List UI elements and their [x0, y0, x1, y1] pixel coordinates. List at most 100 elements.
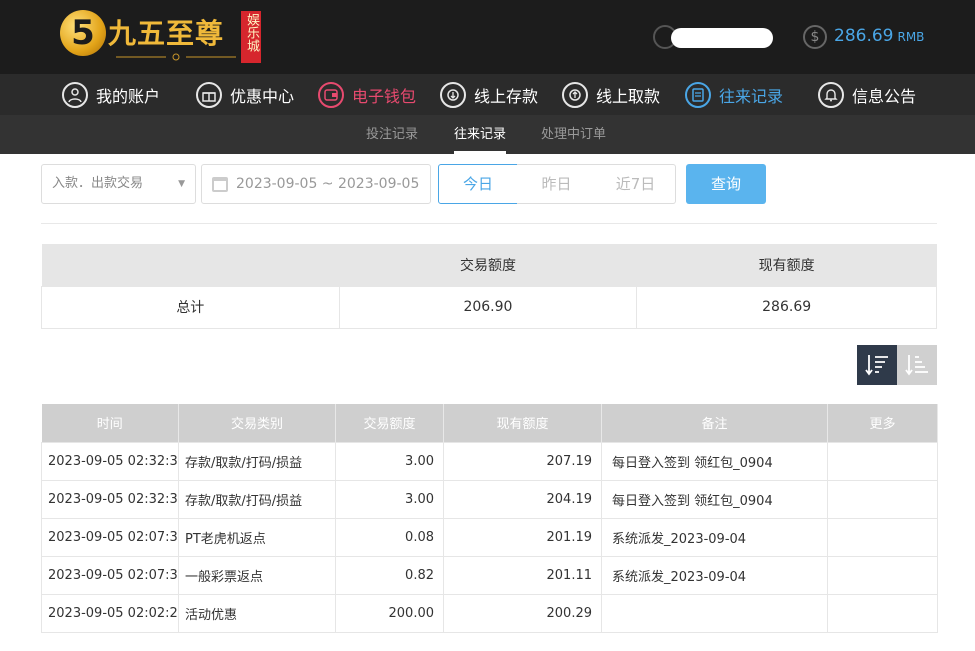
nav-transaction-records[interactable]: 往来记录 — [685, 74, 783, 115]
balance-currency: RMB — [897, 30, 925, 44]
cell-type: PT老虎机返点 — [178, 517, 336, 557]
sort-descending-button[interactable] — [857, 345, 897, 385]
summary-header-cell: 交易额度 — [339, 244, 637, 286]
summary-header-row: 交易额度 现有额度 — [41, 244, 937, 286]
brand-logo[interactable]: 5 九五至尊 娱乐城 — [60, 8, 265, 66]
nav-online-deposit[interactable]: 线上存款 — [440, 74, 538, 115]
calendar-icon — [212, 177, 228, 192]
yesterday-button[interactable]: 昨日 — [517, 164, 597, 204]
tab-bet-records[interactable]: 投注记录 — [366, 115, 418, 154]
table-row: 2023-09-05 02:02:22 活动优惠 200.00 200.29 — [41, 593, 938, 633]
column-header-balance: 现有额度 — [443, 404, 602, 442]
summary-header-cell: 现有额度 — [636, 244, 937, 286]
cell-time: 2023-09-05 02:32:36 — [41, 479, 179, 519]
sort-descending-icon — [865, 355, 888, 376]
records-icon — [685, 81, 711, 108]
tab-transaction-records[interactable]: 往来记录 — [454, 115, 507, 154]
today-button[interactable]: 今日 — [438, 164, 518, 204]
table-header-row: 时间 交易类别 交易额度 现有额度 备注 更多 — [41, 404, 938, 442]
cell-more[interactable] — [827, 555, 938, 595]
gift-icon — [196, 81, 222, 108]
cell-balance: 204.19 — [443, 479, 602, 519]
summary-amount: 206.90 — [338, 285, 638, 329]
table-row: 2023-09-05 02:32:36 存款/取款/打码/损益 3.00 204… — [41, 479, 938, 519]
logo-mark: 5 — [60, 10, 106, 56]
nav-announcements[interactable]: 信息公告 — [818, 74, 916, 115]
nav-my-account[interactable]: 我的账户 — [62, 74, 160, 115]
sort-ascending-button[interactable] — [897, 345, 937, 385]
balance-amount: 286.69 — [834, 26, 894, 46]
sort-ascending-icon — [905, 355, 928, 376]
deposit-icon — [440, 81, 466, 108]
cell-remark: 系统派发_2023-09-04 — [601, 517, 828, 557]
nav-e-wallet[interactable]: 电子钱包 — [318, 74, 416, 115]
cell-amount: 0.08 — [335, 517, 444, 557]
balance-display: 286.69 RMB — [834, 26, 924, 46]
brand-name: 九五至尊 — [108, 17, 225, 50]
cell-more[interactable] — [827, 593, 938, 633]
wallet-icon — [318, 81, 344, 108]
transactions-table: 时间 交易类别 交易额度 现有额度 备注 更多 2023-09-05 02:32… — [41, 404, 938, 633]
cell-amount: 200.00 — [335, 593, 444, 633]
main-nav: 我的账户 优惠中心 电子钱包 线上存款 线上取款 往来记录 信息公告 — [0, 74, 975, 115]
nav-label: 优惠中心 — [230, 86, 295, 106]
user-icon — [62, 81, 88, 108]
logo-ornament — [116, 53, 236, 61]
withdraw-icon — [562, 81, 588, 108]
summary-total-row: 总计 206.90 286.69 — [41, 285, 937, 329]
cell-type: 存款/取款/打码/损益 — [178, 479, 336, 519]
cell-type: 活动优惠 — [178, 593, 336, 633]
nav-label: 我的账户 — [96, 86, 161, 106]
nav-label: 电子钱包 — [352, 86, 417, 106]
cell-remark: 系统派发_2023-09-04 — [601, 555, 828, 595]
nav-promotions[interactable]: 优惠中心 — [196, 74, 294, 115]
username-masked — [671, 28, 773, 48]
cell-amount: 3.00 — [335, 441, 444, 481]
nav-label: 线上存款 — [474, 86, 539, 106]
cell-balance: 207.19 — [443, 441, 602, 481]
table-row: 2023-09-05 02:07:36 一般彩票返点 0.82 201.11 系… — [41, 555, 938, 595]
brand-badge-text: 娱乐城 — [244, 13, 259, 52]
table-row: 2023-09-05 02:32:36 存款/取款/打码/损益 3.00 207… — [41, 441, 938, 481]
nav-online-withdraw[interactable]: 线上取款 — [562, 74, 660, 115]
top-header: 5 九五至尊 娱乐城 $ 286.69 RMB — [0, 0, 975, 74]
last-7-days-button[interactable]: 近7日 — [596, 164, 676, 204]
nav-label: 线上取款 — [596, 86, 661, 106]
select-value: 入款．出款交易 — [52, 176, 144, 191]
cell-time: 2023-09-05 02:07:36 — [41, 555, 179, 595]
bell-icon — [818, 81, 844, 108]
cell-time: 2023-09-05 02:02:22 — [41, 593, 179, 633]
cell-amount: 3.00 — [335, 479, 444, 519]
summary-balance: 286.69 — [636, 285, 937, 329]
nav-label: 往来记录 — [719, 86, 784, 106]
table-row: 2023-09-05 02:07:36 PT老虎机返点 0.08 201.19 … — [41, 517, 938, 557]
sub-nav: 投注记录 往来记录 处理中订单 — [0, 115, 975, 154]
cell-balance: 201.19 — [443, 517, 602, 557]
column-header-time: 时间 — [41, 404, 179, 442]
summary-header-cell — [41, 244, 340, 286]
date-range-picker[interactable]: 2023-09-05 ~ 2023-09-05 — [201, 164, 431, 204]
dollar-icon: $ — [803, 25, 827, 49]
chevron-down-icon: ▼ — [178, 179, 185, 189]
date-range-value: 2023-09-05 ~ 2023-09-05 — [236, 176, 420, 192]
cell-more[interactable] — [827, 517, 938, 557]
cell-remark: 每日登入签到 领红包_0904 — [601, 479, 828, 519]
query-button[interactable]: 查询 — [686, 164, 766, 204]
cell-type: 一般彩票返点 — [178, 555, 336, 595]
brand-badge: 娱乐城 — [241, 11, 261, 63]
transaction-type-select[interactable]: 入款．出款交易 ▼ — [41, 164, 196, 204]
cell-more[interactable] — [827, 479, 938, 519]
cell-time: 2023-09-05 02:07:36 — [41, 517, 179, 557]
cell-more[interactable] — [827, 441, 938, 481]
cell-remark: 每日登入签到 领红包_0904 — [601, 441, 828, 481]
column-header-remark: 备注 — [601, 404, 828, 442]
cell-remark — [601, 593, 828, 633]
column-header-type: 交易类别 — [178, 404, 336, 442]
divider — [41, 223, 937, 224]
column-header-more: 更多 — [827, 404, 938, 442]
column-header-amount: 交易额度 — [335, 404, 444, 442]
cell-balance: 201.11 — [443, 555, 602, 595]
summary-table: 交易额度 现有额度 总计 206.90 286.69 — [41, 244, 937, 329]
cell-amount: 0.82 — [335, 555, 444, 595]
tab-pending-orders[interactable]: 处理中订单 — [541, 115, 606, 154]
